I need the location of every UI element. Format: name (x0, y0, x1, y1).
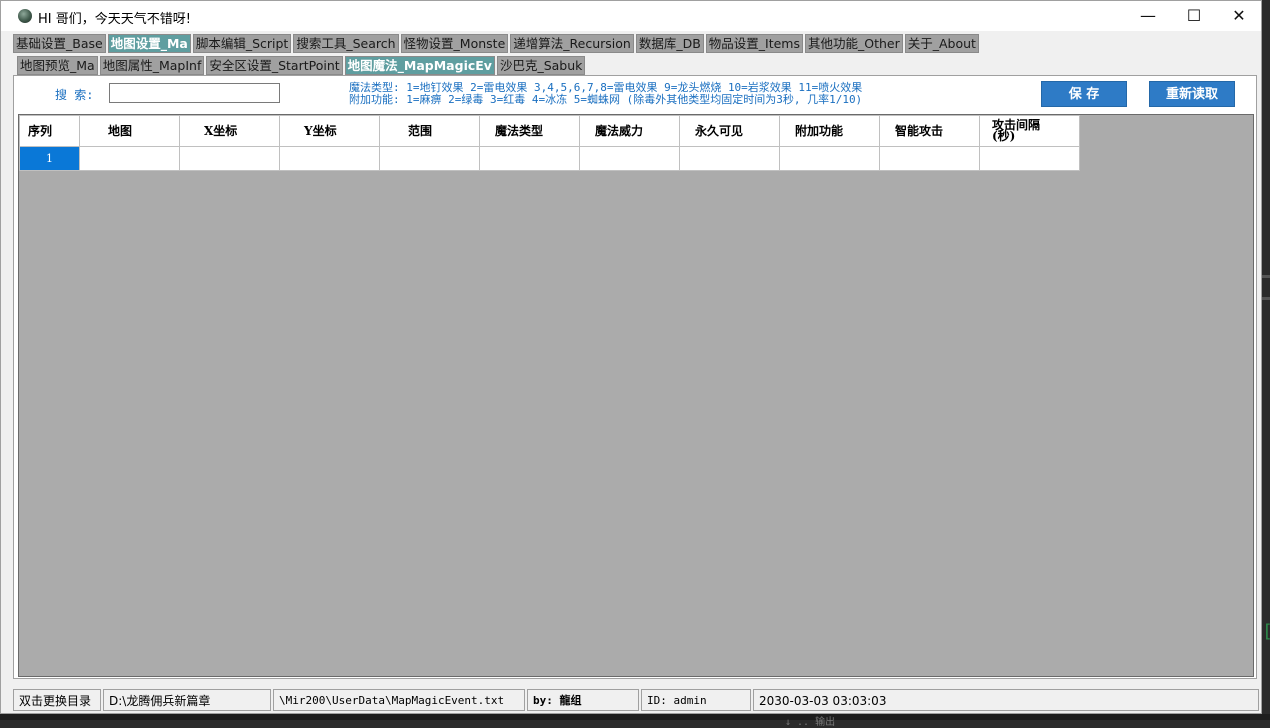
close-button[interactable]: ✕ (1216, 1, 1262, 31)
table-cell[interactable] (179, 146, 280, 171)
data-grid[interactable]: 序列 地图 X坐标 Y坐标 范围 魔法类型 魔法威力 永久可见 附加功能 智能攻… (18, 114, 1254, 677)
subtab-safe-zone[interactable]: 安全区设置_StartPoint (206, 56, 343, 75)
tab-other[interactable]: 其他功能_Other (805, 34, 903, 53)
table-cell[interactable] (879, 146, 980, 171)
search-label: 搜 索: (55, 88, 94, 102)
sub-tab-bar: 地图预览_Ma 地图属性_MapInf 安全区设置_StartPoint 地图魔… (17, 56, 587, 75)
column-header[interactable]: 智能攻击 (879, 115, 980, 147)
search-input[interactable] (109, 83, 280, 103)
tab-search[interactable]: 搜索工具_Search (293, 34, 399, 53)
tab-about[interactable]: 关于_About (904, 34, 979, 53)
subtab-map-preview[interactable]: 地图预览_Ma (17, 56, 98, 75)
column-header[interactable]: 附加功能 (779, 115, 880, 147)
magic-type-legend: 魔法类型: 1=地钉效果 2=雷电效果 3,4,5,6,7,8=雷电效果 9=龙… (349, 82, 862, 106)
change-directory-button[interactable]: 双击更换目录 (13, 689, 101, 711)
background-window-strip (0, 714, 1270, 720)
window-title: HI 哥们，今天天气不错呀! (38, 12, 191, 27)
status-file: \Mir200\UserData\MapMagicEvent.txt (273, 689, 525, 711)
tab-map-settings[interactable]: 地图设置_Ma (107, 34, 191, 53)
tab-monster[interactable]: 怪物设置_Monste (400, 34, 509, 53)
column-header[interactable]: X坐标 (179, 115, 280, 147)
subtab-map-magic[interactable]: 地图魔法_MapMagicEv (344, 56, 495, 75)
tab-script[interactable]: 脚本编辑_Script (192, 34, 292, 53)
reload-button[interactable]: 重新读取 (1149, 81, 1235, 107)
subtab-sabuk[interactable]: 沙巴克_Sabuk (496, 56, 586, 75)
status-path: D:\龙腾佣兵新篇章 (103, 689, 271, 711)
status-datetime: 2030-03-03 03:03:03 (753, 689, 1259, 711)
column-header[interactable]: 魔法威力 (579, 115, 680, 147)
column-header[interactable]: 序列 (19, 115, 80, 147)
status-user-id: ID: admin (641, 689, 751, 711)
app-window: HI 哥们，今天天气不错呀! — ☐ ✕ 基础设置_Base 地图设置_Ma 脚… (0, 0, 1262, 714)
status-bar: 双击更换目录 D:\龙腾佣兵新篇章 \Mir200\UserData\MapMa… (13, 689, 1261, 711)
background-bracket-glyph: [ (1262, 621, 1270, 642)
magic-event-table: 序列 地图 X坐标 Y坐标 范围 魔法类型 魔法威力 永久可见 附加功能 智能攻… (19, 115, 1080, 171)
column-header[interactable]: 永久可见 (679, 115, 780, 147)
table-cell[interactable] (79, 146, 180, 171)
save-button[interactable]: 保 存 (1041, 81, 1127, 107)
tab-db[interactable]: 数据库_DB (635, 34, 704, 53)
table-cell[interactable] (379, 146, 480, 171)
table-cell[interactable] (679, 146, 780, 171)
row-number-cell[interactable]: 1 (19, 146, 80, 171)
column-header[interactable]: Y坐标 (279, 115, 380, 147)
column-header[interactable]: 范围 (379, 115, 480, 147)
status-author: by: 龍组 (527, 689, 639, 711)
background-window-text: ↓ .. 输出 (785, 717, 836, 728)
table-cell[interactable] (979, 146, 1080, 171)
table-cell[interactable] (279, 146, 380, 171)
app-logo-icon (18, 9, 32, 23)
table-row[interactable]: 1 (19, 146, 1080, 171)
minimize-button[interactable]: — (1125, 1, 1171, 31)
tab-base[interactable]: 基础设置_Base (13, 34, 106, 53)
column-header[interactable]: 攻击间隔(秒) (979, 115, 1080, 147)
tab-items[interactable]: 物品设置_Items (705, 34, 803, 53)
table-header-row: 序列 地图 X坐标 Y坐标 范围 魔法类型 魔法威力 永久可见 附加功能 智能攻… (19, 115, 1080, 147)
table-cell[interactable] (779, 146, 880, 171)
table-cell[interactable] (579, 146, 680, 171)
table-cell[interactable] (479, 146, 580, 171)
column-header[interactable]: 地图 (79, 115, 180, 147)
column-header[interactable]: 魔法类型 (479, 115, 580, 147)
maximize-button[interactable]: ☐ (1171, 1, 1217, 31)
extra-function-legend-line: 附加功能: 1=麻痹 2=绿毒 3=红毒 4=冰冻 5=蜘蛛网 (除毒外其他类型… (349, 93, 863, 106)
tab-recursion[interactable]: 递增算法_Recursion (510, 34, 634, 53)
title-bar[interactable]: HI 哥们，今天天气不错呀! — ☐ ✕ (1, 1, 1261, 31)
map-magic-panel: 搜 索: 魔法类型: 1=地钉效果 2=雷电效果 3,4,5,6,7,8=雷电效… (13, 75, 1257, 679)
main-tab-bar: 基础设置_Base 地图设置_Ma 脚本编辑_Script 搜索工具_Searc… (13, 34, 981, 53)
subtab-map-info[interactable]: 地图属性_MapInf (99, 56, 205, 75)
background-divider (1262, 297, 1270, 300)
background-divider (1262, 275, 1270, 278)
